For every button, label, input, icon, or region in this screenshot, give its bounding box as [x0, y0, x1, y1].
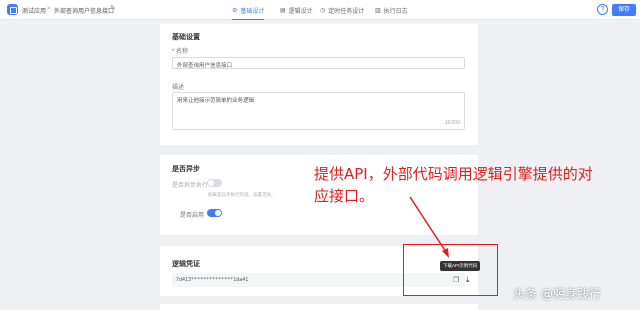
annotation-arrow: [409, 196, 449, 258]
annotation-text: 提供API，外部代码调用逻辑引擎提供的对应接口。: [314, 165, 593, 205]
watermark: 头条 @躬身践行: [513, 287, 601, 301]
